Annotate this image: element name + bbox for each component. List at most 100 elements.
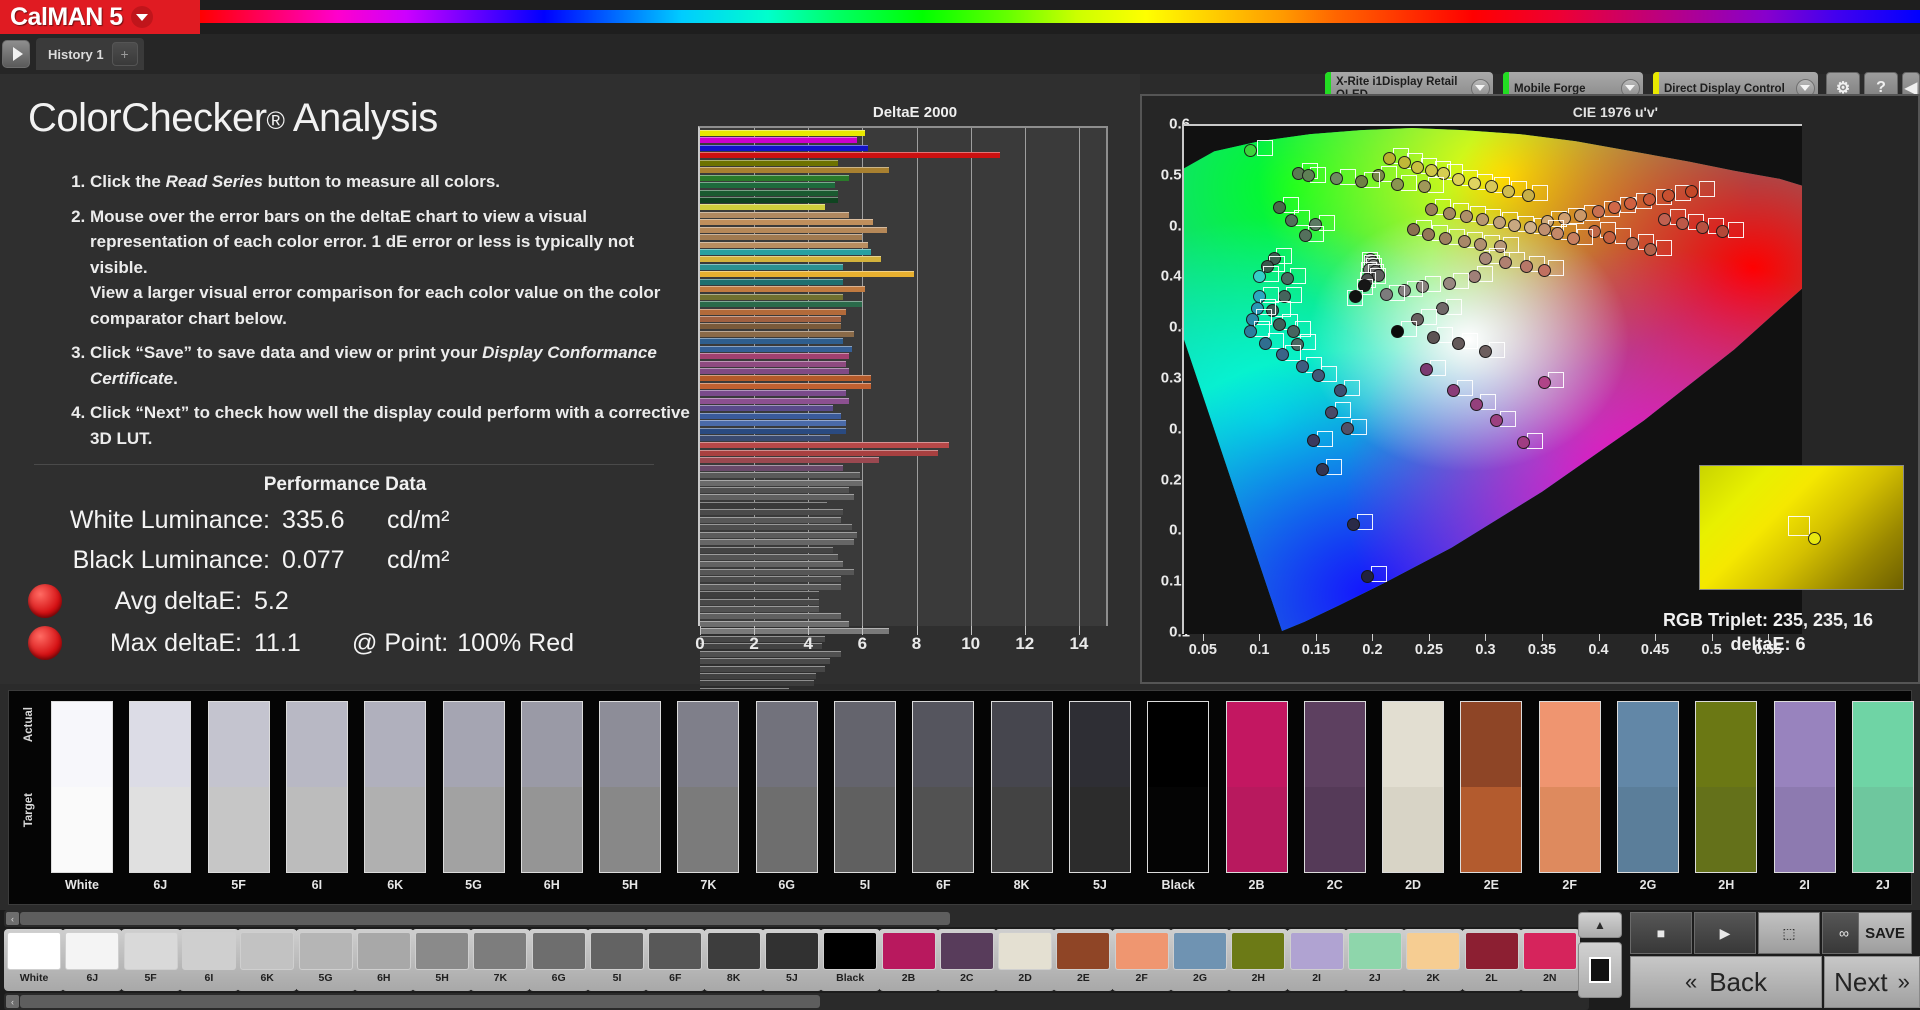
comparator-swatch[interactable] bbox=[443, 701, 505, 873]
deltae-plot-area[interactable] bbox=[698, 126, 1108, 626]
patch-button[interactable]: 7K bbox=[470, 929, 530, 991]
cie-measured-marker[interactable] bbox=[1592, 205, 1605, 218]
comparator-column[interactable]: 5F bbox=[208, 701, 270, 892]
cie-measured-marker[interactable] bbox=[1276, 348, 1289, 361]
comparator-swatch[interactable] bbox=[208, 701, 270, 873]
deltae-chart-panel[interactable]: DeltaE 2000 02468101214 bbox=[690, 74, 1140, 684]
cie-measured-marker[interactable] bbox=[1380, 288, 1393, 301]
cie-measured-marker[interactable] bbox=[1476, 213, 1489, 226]
scrollbar-bottom[interactable]: ‹ bbox=[4, 993, 1589, 1010]
comparator-swatch[interactable] bbox=[1147, 701, 1209, 873]
scroll-left-icon[interactable]: ‹ bbox=[6, 912, 19, 925]
patch-button[interactable]: 8K bbox=[704, 929, 764, 991]
color-comparator-strip[interactable]: Actual Target White6J5F6I6K5G6H5H7K6G5I6… bbox=[8, 690, 1912, 905]
comparator-column[interactable]: 5J bbox=[1069, 701, 1131, 892]
deltae-bar[interactable] bbox=[700, 539, 854, 545]
comparator-column[interactable]: 2J bbox=[1852, 701, 1914, 892]
patch-button[interactable]: 6I bbox=[179, 929, 239, 991]
cie-measured-marker[interactable] bbox=[1383, 152, 1396, 165]
deltae-bar[interactable] bbox=[700, 442, 949, 448]
deltae-bar[interactable] bbox=[700, 190, 838, 196]
deltae-bar[interactable] bbox=[700, 532, 857, 538]
cie-measured-marker[interactable] bbox=[1273, 318, 1286, 331]
cie-measured-marker[interactable] bbox=[1574, 209, 1587, 222]
tab-history-1[interactable]: History 1 + bbox=[36, 38, 144, 70]
deltae-bar[interactable] bbox=[700, 346, 852, 352]
workflow-play-icon[interactable] bbox=[2, 40, 30, 68]
patch-button[interactable]: 6H bbox=[354, 929, 414, 991]
comparator-swatch[interactable] bbox=[1304, 701, 1366, 873]
deltae-bar[interactable] bbox=[700, 584, 841, 590]
comparator-swatch[interactable] bbox=[129, 701, 191, 873]
cie-measured-marker[interactable] bbox=[1273, 201, 1286, 214]
comparator-swatch[interactable] bbox=[521, 701, 583, 873]
cie-measured-marker[interactable] bbox=[1696, 221, 1709, 234]
cie-measured-marker[interactable] bbox=[1253, 270, 1266, 283]
deltae-bar[interactable] bbox=[700, 331, 854, 337]
deltae-bar[interactable] bbox=[700, 242, 868, 248]
cie-measured-marker[interactable] bbox=[1355, 175, 1368, 188]
deltae-bar[interactable] bbox=[700, 524, 852, 530]
cie-measured-marker[interactable] bbox=[1522, 189, 1535, 202]
cie-measured-marker[interactable] bbox=[1603, 231, 1616, 244]
cie-measured-marker[interactable] bbox=[1316, 463, 1329, 476]
comparator-column[interactable]: 6H bbox=[521, 701, 583, 892]
comparator-column[interactable]: 6K bbox=[364, 701, 426, 892]
deltae-bar[interactable] bbox=[700, 197, 838, 203]
patch-button[interactable]: 2J bbox=[1345, 929, 1405, 991]
app-logo[interactable]: CalMAN 5 bbox=[0, 0, 200, 34]
comparator-column[interactable]: 5I bbox=[834, 701, 896, 892]
deltae-bar[interactable] bbox=[700, 420, 846, 426]
cie-measured-marker[interactable] bbox=[1287, 325, 1300, 338]
cie-measured-marker[interactable] bbox=[1443, 207, 1456, 220]
deltae-bar[interactable] bbox=[700, 450, 938, 456]
comparator-swatch[interactable] bbox=[364, 701, 426, 873]
deltae-bar[interactable] bbox=[700, 160, 838, 166]
comparator-swatch[interactable] bbox=[1852, 701, 1914, 873]
comparator-column[interactable]: 2D bbox=[1382, 701, 1444, 892]
patch-button[interactable]: 2D bbox=[995, 929, 1055, 991]
patch-button[interactable]: 6G bbox=[529, 929, 589, 991]
comparator-swatch[interactable] bbox=[677, 701, 739, 873]
cie-measured-marker[interactable] bbox=[1608, 201, 1621, 214]
deltae-bar[interactable] bbox=[700, 472, 860, 478]
comparator-column[interactable]: 7K bbox=[677, 701, 739, 892]
comparator-column[interactable]: 6J bbox=[129, 701, 191, 892]
cie-measured-marker[interactable] bbox=[1538, 264, 1551, 277]
comparator-column[interactable]: 2F bbox=[1539, 701, 1601, 892]
deltae-bar[interactable] bbox=[700, 383, 871, 389]
read-series-button[interactable]: ▶ bbox=[1694, 912, 1756, 954]
cie-measured-marker[interactable] bbox=[1538, 376, 1551, 389]
cie-measured-marker[interactable] bbox=[1425, 164, 1438, 177]
cie-measured-marker[interactable] bbox=[1520, 260, 1533, 273]
cie-measured-marker[interactable] bbox=[1458, 235, 1471, 248]
cie-measured-marker[interactable] bbox=[1361, 570, 1374, 583]
deltae-bar[interactable] bbox=[700, 256, 881, 262]
deltae-bar[interactable] bbox=[700, 517, 841, 523]
deltae-bar[interactable] bbox=[700, 591, 819, 597]
back-button[interactable]: « Back bbox=[1630, 956, 1822, 1008]
comparator-swatch[interactable] bbox=[51, 701, 113, 873]
deltae-bar[interactable] bbox=[700, 137, 857, 143]
scroll-thumb[interactable] bbox=[20, 995, 820, 1008]
cie-measured-marker[interactable] bbox=[1658, 213, 1671, 226]
deltae-bar[interactable] bbox=[700, 435, 830, 441]
cie-measured-marker[interactable] bbox=[1427, 331, 1440, 344]
deltae-bar[interactable] bbox=[700, 390, 846, 396]
patch-button[interactable]: 2I bbox=[1287, 929, 1347, 991]
comparator-swatch[interactable] bbox=[1774, 701, 1836, 873]
deltae-bar[interactable] bbox=[700, 658, 830, 664]
deltae-bar[interactable] bbox=[700, 353, 849, 359]
patch-button[interactable]: 2E bbox=[1053, 929, 1113, 991]
scroll-thumb[interactable] bbox=[20, 912, 950, 925]
deltae-bar[interactable] bbox=[700, 547, 833, 553]
deltae-bar[interactable] bbox=[700, 219, 873, 225]
cie-measured-marker[interactable] bbox=[1538, 223, 1551, 236]
patch-button[interactable]: Black bbox=[820, 929, 880, 991]
comparator-swatch[interactable] bbox=[991, 701, 1053, 873]
comparator-column[interactable]: 2H bbox=[1695, 701, 1757, 892]
stop-button[interactable]: ■ bbox=[1630, 912, 1692, 954]
deltae-bar[interactable] bbox=[700, 398, 849, 404]
cie-measured-marker[interactable] bbox=[1452, 337, 1465, 350]
deltae-bar[interactable] bbox=[700, 204, 825, 210]
